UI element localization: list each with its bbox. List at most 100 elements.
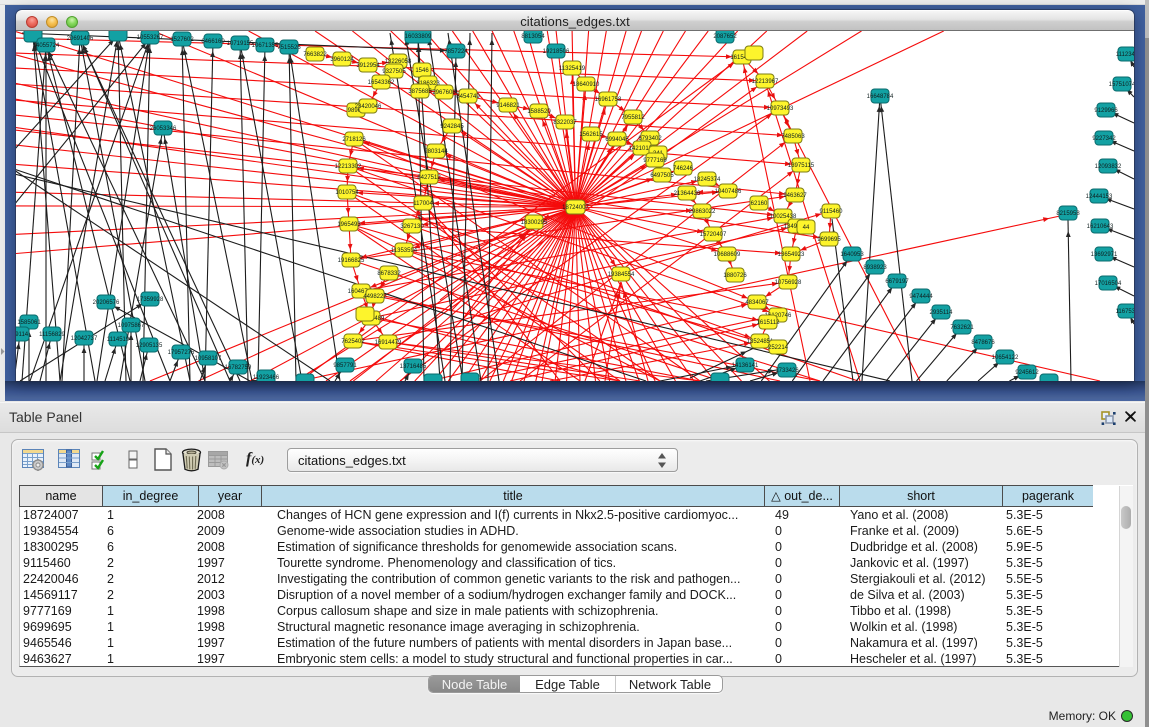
svg-text:16543362: 16543362 (368, 80, 395, 86)
svg-text:18300295: 18300295 (521, 220, 548, 226)
svg-text:3912954: 3912954 (356, 63, 380, 69)
svg-text:16782759: 16782759 (225, 365, 252, 371)
svg-text:3875685: 3875685 (408, 89, 432, 95)
svg-text:14055724: 14055724 (33, 43, 60, 49)
svg-text:2803144: 2803144 (424, 149, 448, 155)
svg-text:10973493: 10973493 (767, 106, 794, 112)
svg-text:17359928: 17359928 (137, 297, 164, 303)
svg-text:16033809: 16033809 (405, 34, 432, 40)
svg-text:13975115: 13975115 (788, 163, 815, 169)
svg-text:9474444: 9474444 (909, 294, 933, 300)
svg-text:1010754: 1010754 (335, 190, 359, 196)
svg-text:12905135: 12905135 (136, 343, 163, 349)
svg-text:7632621: 7632621 (950, 325, 974, 331)
svg-text:7857224: 7857224 (444, 49, 468, 55)
svg-text:1615112: 1615112 (757, 320, 781, 326)
svg-text:21364436: 21364436 (674, 191, 701, 197)
svg-text:11923466: 11923466 (253, 375, 280, 381)
svg-text:15751074: 15751074 (1109, 82, 1134, 88)
svg-text:11325419: 11325419 (559, 66, 586, 72)
svg-text:10671355: 10671355 (252, 43, 279, 49)
svg-text:13716485: 13716485 (400, 364, 427, 370)
svg-text:10719155: 10719155 (227, 41, 254, 47)
svg-text:20206576: 20206576 (93, 300, 120, 306)
svg-text:1880726: 1880726 (723, 273, 747, 279)
svg-text:10756928: 10756928 (775, 280, 802, 286)
svg-text:13654923: 13654923 (778, 252, 805, 258)
svg-text:12213967: 12213967 (752, 79, 779, 85)
svg-text:6994045: 6994045 (605, 137, 629, 143)
svg-text:7955812: 7955812 (621, 115, 645, 121)
svg-text:8813054: 8813054 (521, 34, 545, 40)
svg-text:9857791: 9857791 (333, 363, 357, 369)
svg-text:7485063: 7485063 (781, 134, 805, 140)
svg-text:1114519: 1114519 (107, 337, 130, 343)
svg-text:26053346: 26053346 (150, 126, 177, 132)
svg-text:19166825: 19166825 (338, 258, 365, 264)
svg-text:7663822: 7663822 (303, 52, 327, 58)
svg-text:17957275: 17957275 (168, 350, 195, 356)
svg-text:10553267: 10553267 (137, 35, 164, 41)
svg-text:9227342: 9227342 (1092, 136, 1116, 142)
svg-text:12444153: 12444153 (1086, 194, 1113, 200)
svg-text:1588520: 1588520 (527, 109, 551, 115)
svg-text:16648784: 16648784 (867, 94, 894, 100)
svg-text:20691406: 20691406 (67, 36, 94, 42)
svg-text:9463627: 9463627 (783, 193, 807, 199)
svg-text:16914479: 16914479 (375, 340, 402, 346)
svg-text:23420046: 23420046 (355, 104, 382, 110)
svg-text:18640910: 18640910 (573, 82, 600, 88)
svg-text:1965493: 1965493 (337, 222, 361, 228)
svg-text:44: 44 (803, 225, 810, 231)
svg-text:17016504: 17016504 (1095, 281, 1122, 287)
svg-text:6497505: 6497505 (650, 173, 674, 179)
svg-text:19218506: 19218506 (543, 49, 570, 55)
svg-text:16961758: 16961758 (595, 97, 622, 103)
svg-text:14136141: 14136141 (732, 363, 759, 369)
svg-text:9245612: 9245612 (1015, 370, 1039, 376)
svg-text:11156829: 11156829 (39, 332, 65, 338)
svg-text:1733426: 1733426 (775, 368, 799, 374)
svg-text:13692971: 13692971 (1091, 252, 1118, 258)
svg-text:18245374: 18245374 (694, 177, 721, 183)
svg-text:12213302: 12213302 (335, 164, 362, 170)
svg-text:9115460: 9115460 (820, 209, 844, 215)
svg-text:4498222: 4498222 (363, 294, 387, 300)
svg-text:9129966: 9129966 (1094, 108, 1118, 114)
svg-text:19384554: 19384554 (608, 272, 635, 278)
svg-text:62160: 62160 (751, 201, 768, 207)
svg-text:10407486: 10407486 (715, 189, 742, 195)
svg-text:16210643: 16210643 (1087, 224, 1114, 230)
svg-text:1546: 1546 (415, 68, 429, 74)
svg-text:7625402: 7625402 (341, 339, 365, 345)
svg-text:18724007: 18724007 (562, 205, 589, 211)
svg-text:10975867: 10975867 (118, 323, 145, 329)
svg-text:8322037: 8322037 (553, 120, 577, 126)
svg-text:8454749: 8454749 (456, 94, 480, 100)
svg-text:3267130: 3267130 (400, 224, 424, 230)
svg-text:3960124: 3960124 (330, 57, 354, 63)
svg-text:9699695: 9699695 (817, 237, 841, 243)
svg-text:8427512: 8427512 (417, 175, 441, 181)
svg-text:1527602: 1527602 (170, 37, 194, 43)
svg-text:10688609: 10688609 (714, 252, 741, 258)
svg-text:11353594: 11353594 (391, 248, 418, 254)
svg-text:6679197: 6679197 (885, 279, 909, 285)
svg-text:2935114: 2935114 (930, 310, 954, 316)
svg-text:9242845: 9242845 (440, 124, 464, 130)
svg-text:7515526: 7515526 (277, 45, 301, 51)
svg-text:10958107: 10958107 (195, 356, 222, 362)
svg-text:8678332: 8678332 (377, 271, 401, 277)
svg-text:8478676: 8478676 (971, 340, 995, 346)
svg-text:2718126: 2718126 (342, 137, 366, 143)
svg-text:6466160: 6466160 (201, 39, 225, 45)
svg-text:15720407: 15720407 (700, 232, 727, 238)
svg-text:9327505: 9327505 (382, 69, 406, 75)
svg-text:10654122: 10654122 (992, 355, 1019, 361)
svg-text:1585061: 1585061 (17, 320, 41, 326)
svg-text:9146821: 9146821 (496, 103, 520, 109)
svg-text:8938923: 8938923 (863, 265, 887, 271)
svg-text:117004: 117004 (413, 201, 433, 207)
svg-text:12093832: 12093832 (1095, 164, 1122, 170)
svg-text:4834067: 4834067 (745, 300, 769, 306)
